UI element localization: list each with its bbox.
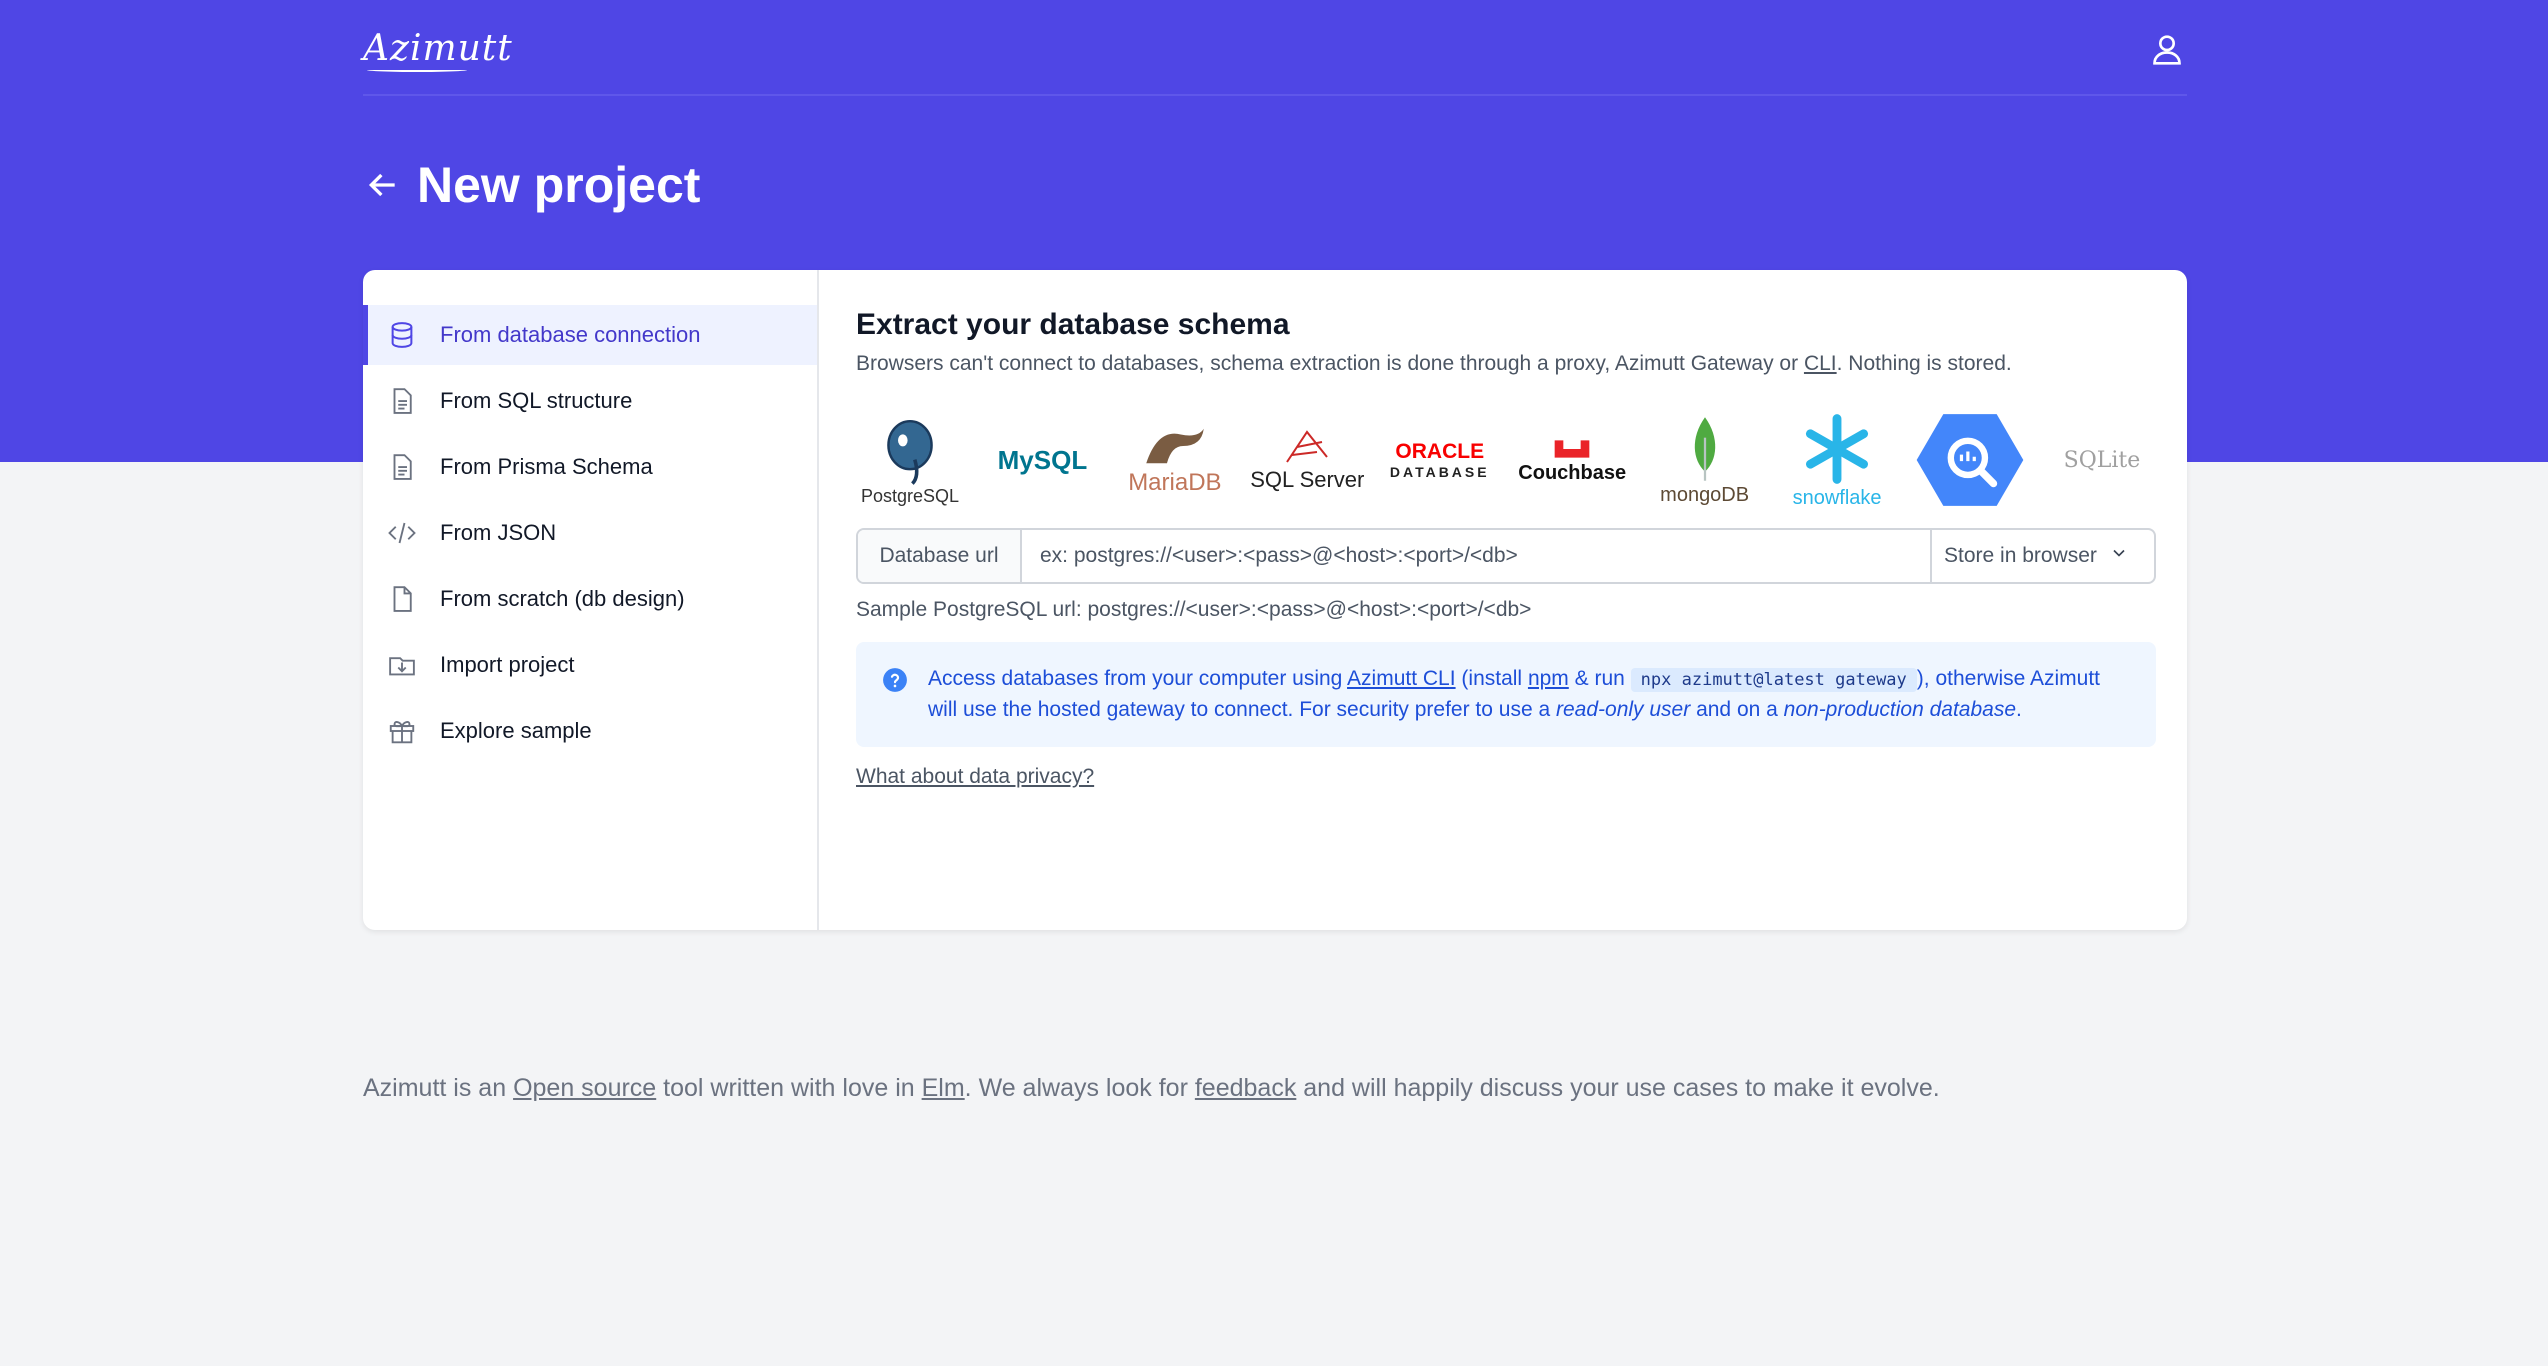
- sidebar-item-label: Import project: [440, 652, 575, 677]
- mysql-logo[interactable]: MySQL: [988, 406, 1096, 514]
- source-sidebar: From database connection From SQL struct…: [363, 270, 819, 930]
- logo-underline: [367, 68, 467, 72]
- data-privacy-link[interactable]: What about data privacy?: [856, 765, 1094, 789]
- database-url-group: Database url Store in browser: [856, 528, 2156, 584]
- bigquery-icon: [1916, 414, 2023, 506]
- azimutt-logo[interactable]: Azimutt: [363, 28, 513, 69]
- new-project-card: From database connection From SQL struct…: [363, 270, 2187, 930]
- npm-link[interactable]: npm: [1528, 667, 1569, 690]
- info-emphasis: non-production database: [1783, 698, 2016, 721]
- seal-icon: [1146, 428, 1204, 464]
- info-text: and on a: [1690, 698, 1784, 721]
- gateway-command: npx azimutt@latest gateway: [1630, 668, 1917, 692]
- mariadb-logo[interactable]: MariaDB: [1121, 406, 1229, 514]
- logo-label: SQL Server: [1250, 467, 1365, 492]
- logo-label: snowflake: [1792, 486, 1882, 509]
- postgresql-logo[interactable]: PostgreSQL: [856, 406, 964, 514]
- database-icon: [386, 319, 418, 351]
- section-description: Browsers can't connect to databases, sch…: [856, 352, 2156, 376]
- blank-document-icon: [386, 583, 418, 615]
- arrow-left-icon[interactable]: [363, 165, 403, 205]
- desc-text: Browsers can't connect to databases, sch…: [856, 352, 1804, 375]
- info-emphasis: read-only user: [1556, 698, 1691, 721]
- database-url-addon: Database url: [858, 530, 1022, 582]
- info-text: .: [2016, 698, 2022, 721]
- sqlite-logo[interactable]: SQLite: [2048, 406, 2156, 514]
- sidebar-item-label: From SQL structure: [440, 388, 633, 413]
- section-title: Extract your database schema: [856, 308, 1290, 341]
- snowflake-logo[interactable]: snowflake: [1783, 406, 1891, 514]
- logo-label: MariaDB: [1128, 469, 1222, 496]
- elephant-icon: [887, 419, 933, 485]
- sidebar-item-label: From scratch (db design): [440, 586, 685, 611]
- sidebar-item-scratch[interactable]: From scratch (db design): [363, 569, 817, 629]
- footer-segment: and will happily discuss your use cases …: [1296, 1074, 1940, 1102]
- sidebar-item-database-connection[interactable]: From database connection: [363, 305, 817, 365]
- folder-download-icon: [386, 649, 418, 681]
- chevron-down-icon: [2109, 543, 2129, 569]
- bigquery-logo[interactable]: [1916, 406, 2024, 514]
- oracle-logo[interactable]: ORACLE DATABASE: [1386, 406, 1494, 514]
- couchbase-logo[interactable]: Couchbase: [1518, 406, 1626, 514]
- snowflake-icon: [1806, 413, 1869, 484]
- logo-sublabel: DATABASE: [1389, 464, 1490, 480]
- document-icon: [386, 451, 418, 483]
- sidebar-item-label: From Prisma Schema: [440, 454, 653, 479]
- footer-segment: Azimutt is an: [363, 1074, 514, 1102]
- cli-link[interactable]: CLI: [1804, 352, 1837, 375]
- user-icon[interactable]: [2147, 30, 2187, 70]
- footer-segment: tool written with love in: [656, 1074, 922, 1102]
- couchbase-icon: [1554, 439, 1590, 458]
- sidebar-item-sql-structure[interactable]: From SQL structure: [363, 371, 817, 431]
- gift-icon: [386, 715, 418, 747]
- sample-url-hint: Sample PostgreSQL url: postgres://<user>…: [856, 598, 1532, 621]
- leaf-icon: [1694, 416, 1715, 481]
- info-text: Access databases from your computer usin…: [928, 667, 1348, 690]
- sidebar-item-prisma-schema[interactable]: From Prisma Schema: [363, 437, 817, 497]
- database-connection-panel: Extract your database schema Browsers ca…: [856, 308, 2156, 789]
- sidebar-item-label: Explore sample: [440, 718, 592, 743]
- sidebar-item-json[interactable]: From JSON: [363, 503, 817, 563]
- info-text: & run: [1568, 667, 1631, 690]
- question-icon: [883, 668, 907, 692]
- store-select[interactable]: Store in browser: [1930, 530, 2154, 582]
- sidebar-item-label: From JSON: [440, 520, 557, 545]
- database-url-input[interactable]: [1022, 530, 1930, 582]
- info-text: (install: [1455, 667, 1528, 690]
- document-icon: [386, 385, 418, 417]
- sidebar-item-explore-sample[interactable]: Explore sample: [363, 701, 817, 761]
- logo-label: PostgreSQL: [860, 485, 960, 506]
- open-source-link[interactable]: Open source: [513, 1074, 656, 1102]
- sidebar-item-import-project[interactable]: Import project: [363, 635, 817, 695]
- logo-label: Couchbase: [1518, 461, 1627, 484]
- footer-segment: . We always look for: [964, 1074, 1195, 1102]
- top-navbar: Azimutt: [363, 0, 2187, 96]
- mongodb-logo[interactable]: mongoDB: [1651, 406, 1759, 514]
- store-select-label: Store in browser: [1944, 544, 2097, 567]
- page-header: New project: [363, 150, 700, 220]
- desc-text: . Nothing is stored.: [1836, 352, 2012, 375]
- logo-label: mongoDB: [1660, 483, 1750, 506]
- feedback-link[interactable]: feedback: [1195, 1074, 1296, 1102]
- info-alert: Access databases from your computer usin…: [856, 642, 2156, 747]
- page-title: New project: [417, 157, 701, 213]
- sqlserver-icon: [1286, 430, 1329, 463]
- sidebar-item-label: From database connection: [440, 322, 701, 347]
- elm-link[interactable]: Elm: [922, 1074, 965, 1102]
- sqlserver-logo[interactable]: SQL Server: [1250, 406, 1365, 514]
- logo-label: SQLite: [2063, 447, 2141, 473]
- database-logos: PostgreSQL MySQL MariaDB SQL Server ORAC…: [856, 406, 2156, 514]
- azimutt-cli-link[interactable]: Azimutt CLI: [1347, 667, 1456, 690]
- logo-label: MySQL: [997, 444, 1088, 475]
- footer-text: Azimutt is an Open source tool written w…: [363, 1074, 1940, 1103]
- logo-label: ORACLE: [1395, 440, 1485, 463]
- code-icon: [386, 517, 418, 549]
